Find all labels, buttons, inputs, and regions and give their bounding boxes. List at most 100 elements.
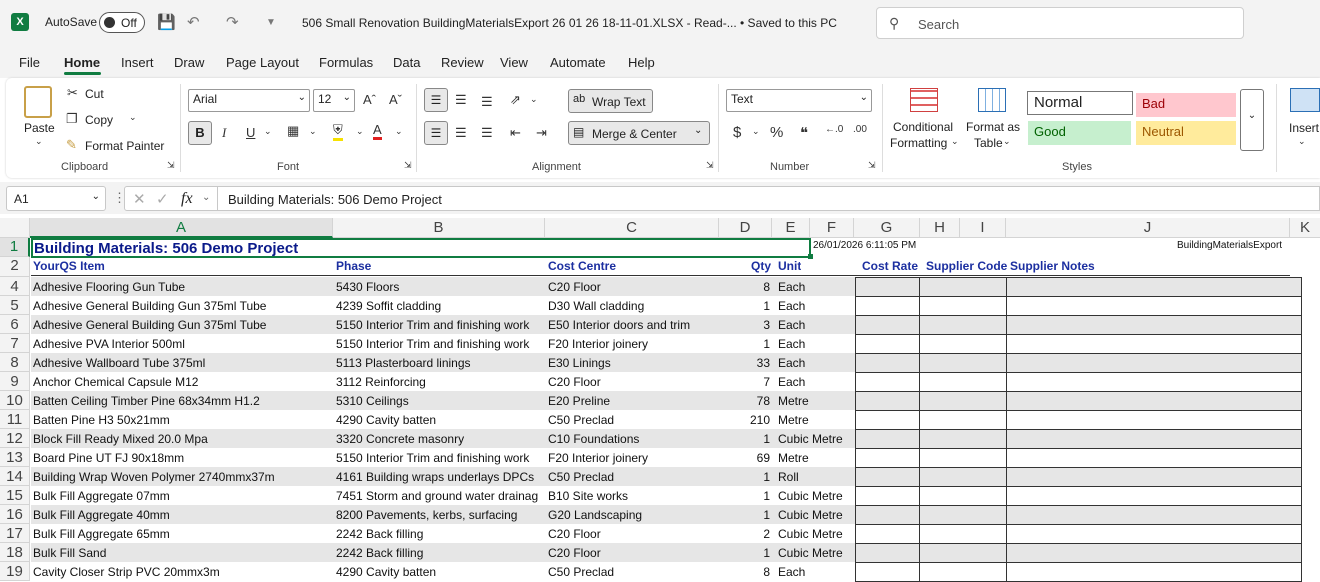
cell-unit[interactable]: Each: [778, 280, 854, 294]
cell-unit[interactable]: Cubic Metre: [778, 546, 854, 560]
cell-qty[interactable]: 3: [722, 318, 770, 332]
cell-unit[interactable]: Each: [778, 356, 854, 370]
number-format-select[interactable]: Text ⌄: [726, 89, 872, 112]
supplier-code-input[interactable]: [919, 410, 1007, 430]
italic-button[interactable]: I: [222, 125, 226, 141]
cost-rate-input[interactable]: [855, 296, 920, 316]
cell-phase[interactable]: 5150 Interior Trim and finishing work: [336, 318, 543, 332]
cell-cost-centre[interactable]: C20 Floor: [548, 280, 718, 294]
row-header[interactable]: 6: [0, 315, 30, 334]
cell-cost-centre[interactable]: C50 Preclad: [548, 470, 718, 484]
supplier-code-input[interactable]: [919, 315, 1007, 335]
cell-cost-centre[interactable]: B10 Site works: [548, 489, 718, 503]
cell-qty[interactable]: 78: [722, 394, 770, 408]
style-good[interactable]: Good: [1028, 121, 1131, 145]
cell-item[interactable]: Building Wrap Woven Polymer 2740mmx37m: [33, 470, 331, 484]
column-header-e[interactable]: E: [772, 218, 810, 238]
supplier-notes-input[interactable]: [1006, 467, 1302, 487]
row-header[interactable]: 2: [0, 257, 30, 277]
font-color-icon[interactable]: A: [373, 122, 382, 140]
supplier-code-input[interactable]: [919, 505, 1007, 525]
conditional-formatting-icon[interactable]: [910, 88, 938, 112]
style-neutral[interactable]: Neutral: [1136, 121, 1236, 145]
tab-data[interactable]: Data: [393, 55, 420, 70]
cell-unit[interactable]: Cubic Metre: [778, 432, 854, 446]
supplier-notes-input[interactable]: [1006, 429, 1302, 449]
cell-unit[interactable]: Roll: [778, 470, 854, 484]
increase-decimal-icon[interactable]: ←.0: [825, 124, 843, 135]
merge-center-button[interactable]: ▤ Merge & Center ⌄: [568, 121, 710, 145]
cost-rate-input[interactable]: [855, 429, 920, 449]
insert-function-icon[interactable]: fx: [181, 190, 193, 208]
redo-icon[interactable]: ↷: [226, 13, 239, 31]
select-all-corner[interactable]: [0, 218, 30, 238]
tab-automate[interactable]: Automate: [550, 55, 606, 70]
header-supplier-notes[interactable]: Supplier Notes: [1010, 259, 1095, 273]
header-item[interactable]: YourQS Item: [33, 259, 105, 273]
supplier-notes-input[interactable]: [1006, 486, 1302, 506]
cell-item[interactable]: Batten Pine H3 50x21mm: [33, 413, 331, 427]
header-cost-centre[interactable]: Cost Centre: [548, 259, 616, 273]
insert-button[interactable]: Insert: [1289, 121, 1319, 135]
comma-icon[interactable]: ❝: [800, 124, 808, 142]
number-launcher-icon[interactable]: ⇲: [868, 160, 876, 171]
cost-rate-input[interactable]: [855, 334, 920, 354]
autosave-toggle[interactable]: Off: [99, 12, 145, 33]
row-header[interactable]: 4: [0, 277, 30, 296]
supplier-notes-input[interactable]: [1006, 315, 1302, 335]
cell-qty[interactable]: 2: [722, 527, 770, 541]
cell-phase[interactable]: 7451 Storm and ground water drainag: [336, 489, 543, 503]
cell-item[interactable]: Board Pine UT FJ 90x18mm: [33, 451, 331, 465]
cost-rate-input[interactable]: [855, 543, 920, 563]
supplier-notes-input[interactable]: [1006, 391, 1302, 411]
column-header-c[interactable]: C: [545, 218, 719, 238]
supplier-code-input[interactable]: [919, 562, 1007, 582]
format-as-table-label-2[interactable]: Table: [974, 136, 1003, 150]
cell-item[interactable]: Block Fill Ready Mixed 20.0 Mpa: [33, 432, 331, 446]
cost-rate-input[interactable]: [855, 391, 920, 411]
cell-unit[interactable]: Each: [778, 299, 854, 313]
orientation-dropdown-icon[interactable]: ⌄: [530, 94, 538, 105]
conditional-formatting-label[interactable]: Conditional: [893, 120, 953, 134]
supplier-notes-input[interactable]: [1006, 334, 1302, 354]
cost-rate-input[interactable]: [855, 353, 920, 373]
sheet-title[interactable]: Building Materials: 506 Demo Project: [34, 240, 298, 257]
cost-rate-input[interactable]: [855, 448, 920, 468]
cell-unit[interactable]: Cubic Metre: [778, 489, 854, 503]
align-right-icon[interactable]: ☰: [481, 125, 493, 141]
format-as-table-label[interactable]: Format as: [966, 120, 1020, 134]
column-header-h[interactable]: H: [920, 218, 960, 238]
cell-cost-centre[interactable]: C20 Floor: [548, 375, 718, 389]
bold-button[interactable]: B: [188, 121, 212, 145]
style-bad[interactable]: Bad: [1136, 93, 1236, 117]
row-header[interactable]: 11: [0, 410, 30, 429]
header-qty[interactable]: Qty: [751, 259, 771, 273]
cost-rate-input[interactable]: [855, 277, 920, 297]
cell-qty[interactable]: 1: [722, 337, 770, 351]
decrease-font-icon[interactable]: Aˇ: [389, 92, 402, 107]
tab-view[interactable]: View: [500, 55, 528, 70]
supplier-code-input[interactable]: [919, 448, 1007, 468]
row-header[interactable]: 13: [0, 448, 30, 467]
document-title[interactable]: 506 Small Renovation BuildingMaterialsEx…: [302, 16, 837, 30]
undo-icon[interactable]: ↶: [187, 13, 200, 31]
column-header-g[interactable]: G: [854, 218, 920, 238]
cancel-icon[interactable]: ✕: [133, 190, 146, 208]
decrease-decimal-icon[interactable]: .00: [853, 124, 867, 135]
copy-button[interactable]: Copy: [85, 113, 113, 127]
copy-dropdown-icon[interactable]: ⌄: [129, 112, 137, 123]
decrease-indent-icon[interactable]: ⇤: [510, 125, 521, 141]
cell-phase[interactable]: 2242 Back filling: [336, 546, 543, 560]
increase-font-icon[interactable]: Aˆ: [363, 92, 376, 107]
supplier-code-input[interactable]: [919, 486, 1007, 506]
style-normal[interactable]: Normal: [1027, 91, 1133, 115]
supplier-code-input[interactable]: [919, 467, 1007, 487]
cell-cost-centre[interactable]: C20 Floor: [548, 546, 718, 560]
tab-review[interactable]: Review: [441, 55, 484, 70]
cell-qty[interactable]: 1: [722, 299, 770, 313]
header-supplier-code[interactable]: Supplier Code: [926, 259, 1007, 273]
copy-icon[interactable]: ❐: [66, 111, 78, 127]
cell-cost-centre[interactable]: E30 Linings: [548, 356, 718, 370]
cost-rate-input[interactable]: [855, 467, 920, 487]
cell-phase[interactable]: 4290 Cavity batten: [336, 413, 543, 427]
